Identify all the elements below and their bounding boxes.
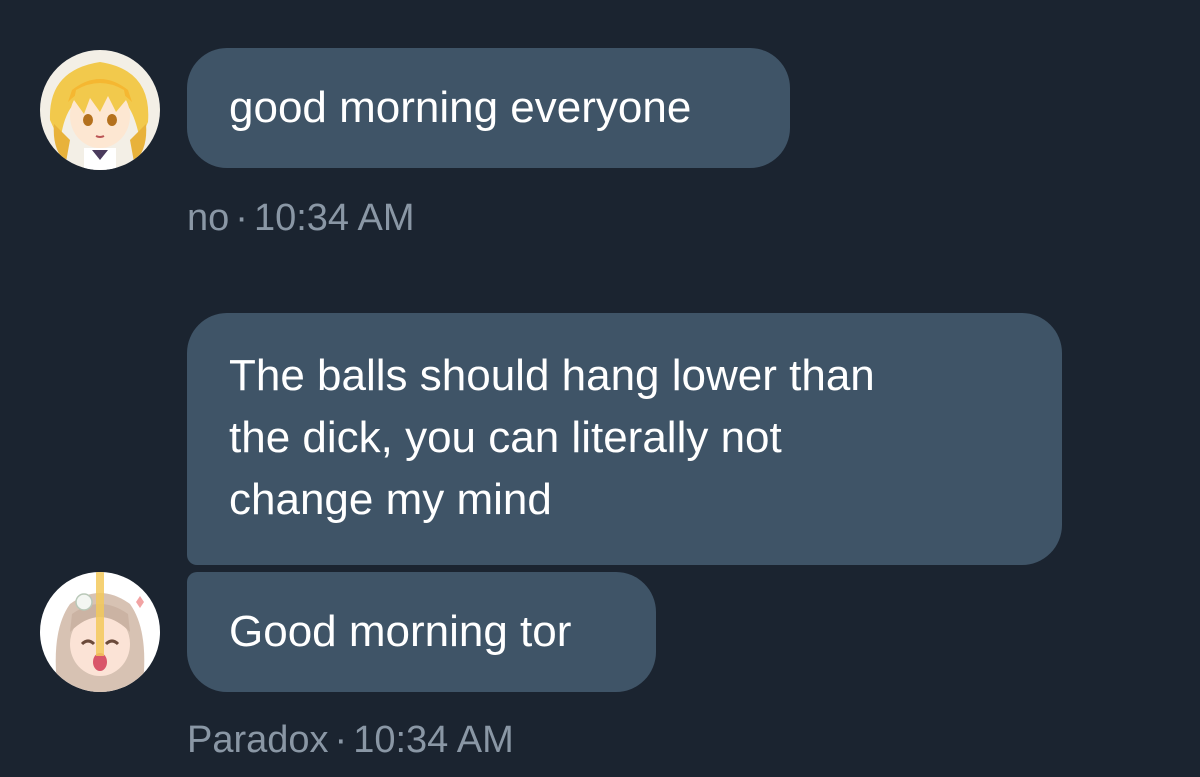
message-meta: no · 10:34 AM [187,196,415,240]
author-name[interactable]: no [187,197,229,239]
blonde-anime-avatar[interactable] [40,50,160,170]
message-bubble[interactable]: The balls should hang lower than the dic… [187,313,1062,565]
meta-separator: · [334,719,348,761]
message-timestamp: 10:34 AM [253,197,415,239]
message-text-line: change my mind [229,475,552,524]
chat-screen: { "conversation": { "groups": [ { "avata… [0,0,1200,777]
message-text-line: Good morning tor [229,607,572,656]
message-text-line: The balls should hang lower than [229,351,875,400]
message-text-line: the dick, you can literally not [229,413,782,462]
anime-girl-avatar-image [40,572,160,692]
blonde-anime-avatar-image [40,50,160,170]
meta-separator: · [235,197,248,239]
message-bubble[interactable]: Good morning tor [187,572,656,692]
message-timestamp: 10:34 AM [353,719,514,761]
author-name[interactable]: Paradox [187,719,329,761]
message-text-line: good morning everyone [229,83,692,132]
anime-girl-avatar[interactable] [40,572,160,692]
message-meta: Paradox · 10:34 AM [187,718,514,762]
message-bubble[interactable]: good morning everyone [187,48,790,168]
